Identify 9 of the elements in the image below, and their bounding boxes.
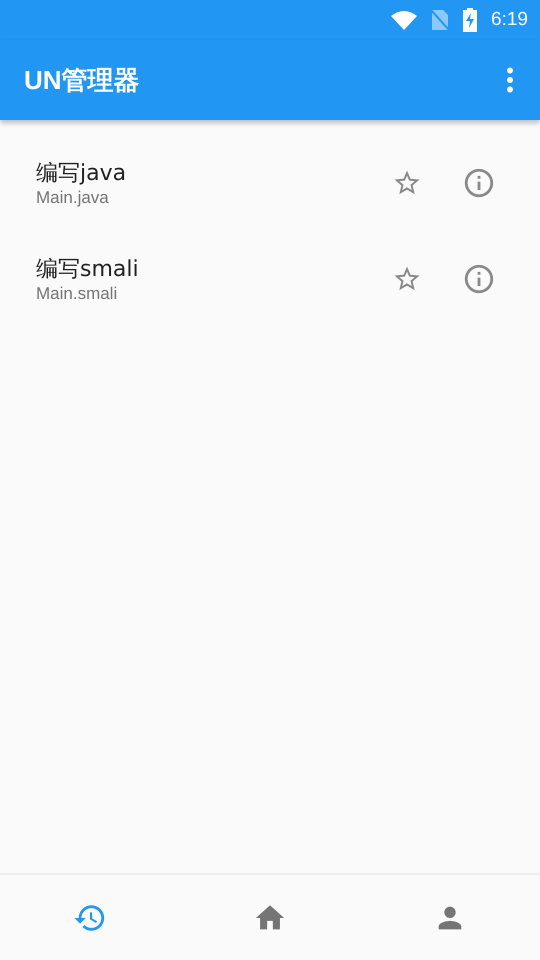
- item-title[interactable]: 编写smali: [36, 254, 360, 284]
- clock-time: 6:19: [491, 9, 528, 31]
- app-title: UN管理器: [24, 64, 140, 96]
- item-title[interactable]: 编写java: [36, 158, 360, 188]
- item-subtitle: Main.smali: [36, 284, 118, 304]
- battery-charging-icon: [463, 8, 478, 32]
- no-sim-icon: [431, 9, 450, 31]
- wifi-icon: [391, 10, 418, 30]
- item-subtitle: Main.java: [36, 188, 110, 208]
